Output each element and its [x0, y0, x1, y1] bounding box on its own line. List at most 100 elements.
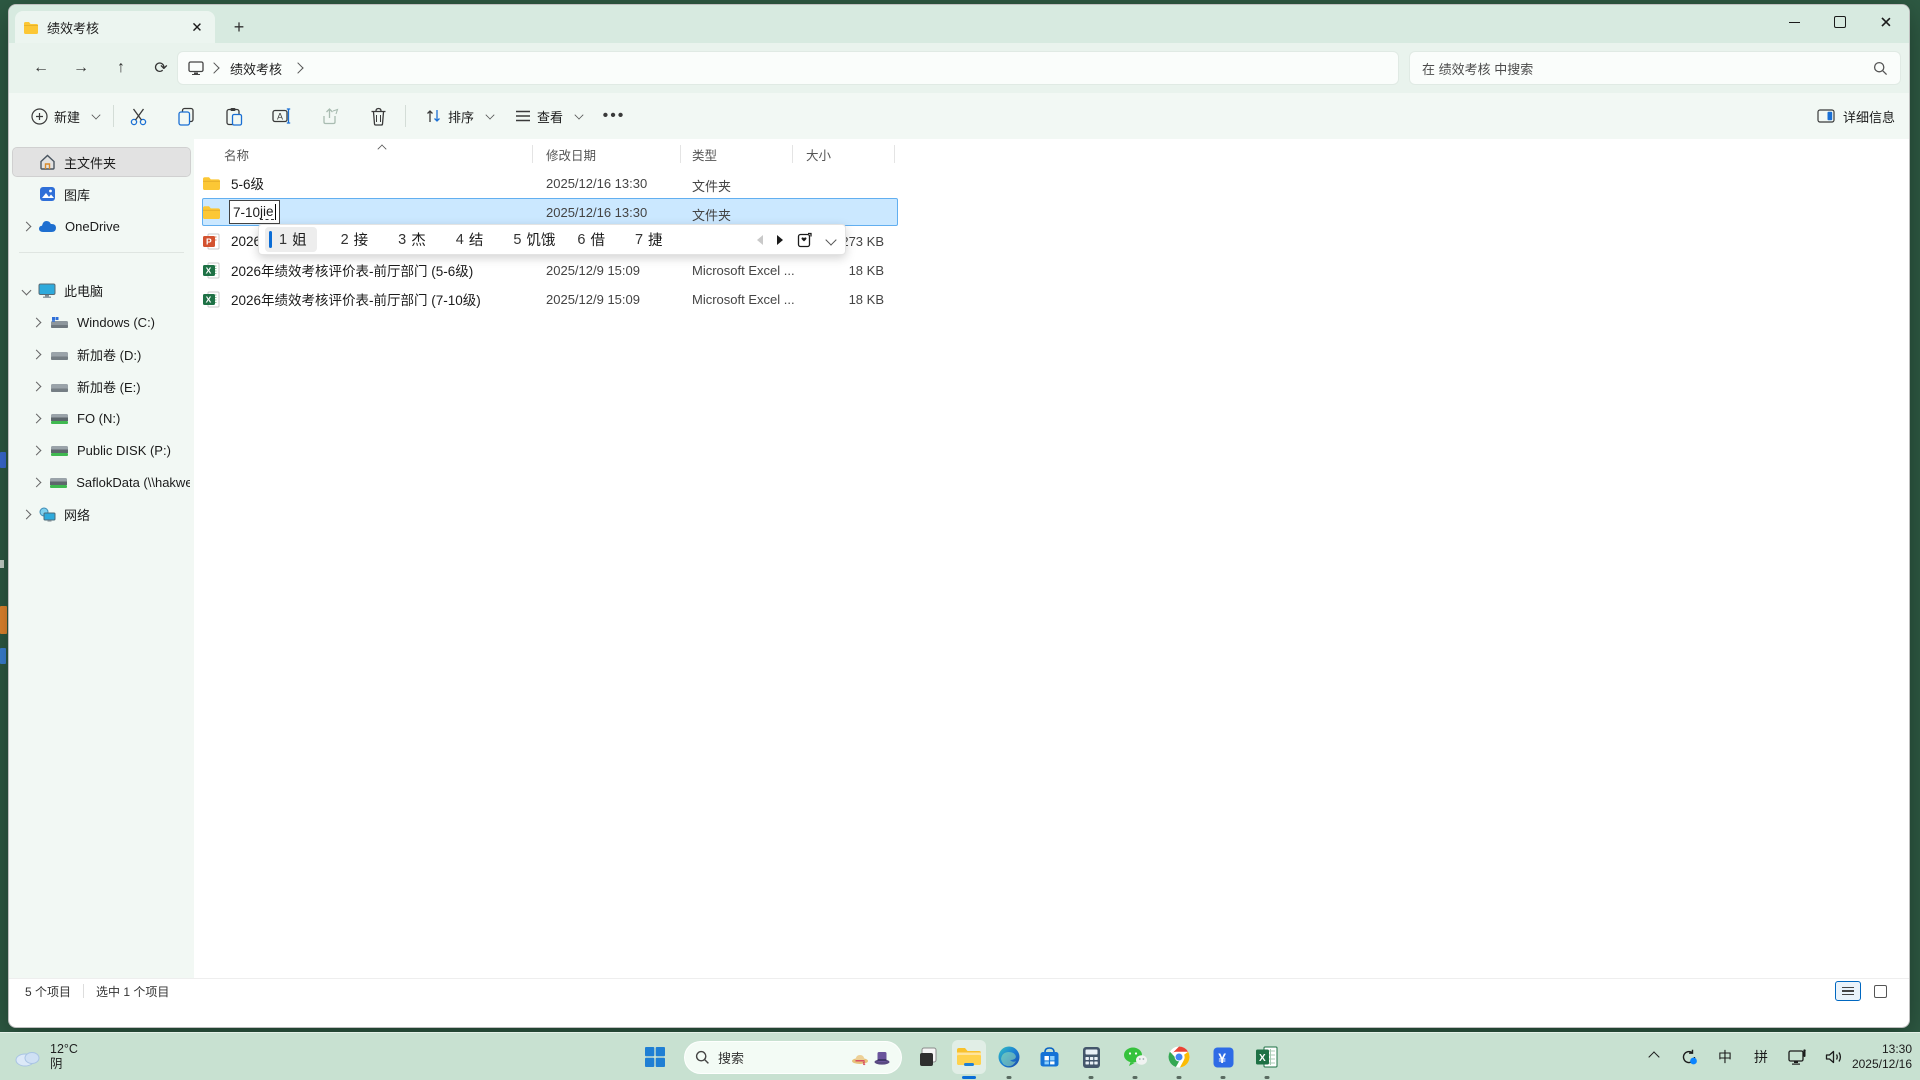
start-button[interactable] — [638, 1040, 672, 1074]
chevron-right-icon[interactable] — [32, 381, 42, 391]
sidebar-item-gallery[interactable]: 图库 — [13, 180, 190, 208]
share-button[interactable] — [313, 101, 347, 131]
taskbar-wechat[interactable] — [1118, 1040, 1152, 1074]
tray-ime-pinyin[interactable]: 拼 — [1746, 1033, 1776, 1080]
taskbar-file-explorer[interactable] — [952, 1040, 986, 1074]
more-options-button[interactable]: ••• — [597, 101, 631, 131]
details-view-toggle[interactable] — [1835, 981, 1861, 1001]
chevron-right-icon[interactable] — [32, 317, 42, 327]
chevron-right-icon[interactable] — [31, 477, 41, 487]
command-toolbar: 新建 A 排序 — [9, 93, 1909, 140]
sidebar-item-onedrive[interactable]: OneDrive — [13, 212, 190, 240]
column-header-size[interactable]: 大小 — [806, 141, 831, 167]
ime-expand-icon[interactable] — [825, 234, 836, 245]
column-header-name[interactable]: 名称 — [224, 141, 249, 167]
new-button[interactable]: 新建 — [21, 99, 116, 133]
chevron-right-icon[interactable] — [22, 221, 32, 231]
sidebar-item-label: FO (N:) — [77, 411, 120, 426]
onedrive-icon — [38, 220, 57, 233]
tray-volume-icon[interactable] — [1818, 1033, 1850, 1080]
taskbar-search[interactable]: 搜索 — [684, 1041, 902, 1074]
ime-composition-text: jie — [260, 204, 274, 220]
breadcrumb-folder[interactable]: 绩效考核 — [230, 59, 282, 78]
sidebar-item-drive-d[interactable]: 新加卷 (D:) — [13, 340, 190, 368]
ime-candidate[interactable]: 3杰 — [388, 227, 436, 252]
text-cursor — [275, 204, 276, 220]
delete-button[interactable] — [361, 101, 395, 131]
refresh-button[interactable]: ⟳ — [147, 55, 175, 81]
file-explorer-icon — [956, 1046, 982, 1068]
window-body: 主文件夹 图库 OneDrive 此电脑 — [9, 139, 1909, 1003]
copy-button[interactable] — [169, 101, 203, 131]
up-button[interactable]: ↑ — [107, 55, 135, 81]
sidebar-item-drive-n[interactable]: FO (N:) — [13, 404, 190, 432]
sidebar-item-network[interactable]: 网络 — [13, 500, 190, 528]
chevron-right-icon[interactable] — [32, 445, 42, 455]
thumbnail-view-toggle[interactable] — [1867, 981, 1893, 1001]
ime-emoji-panel-icon[interactable] — [797, 232, 813, 248]
taskbar-chrome[interactable] — [1162, 1040, 1196, 1074]
sidebar-item-home[interactable]: 主文件夹 — [13, 148, 190, 176]
explorer-tab[interactable]: 绩效考核 — [15, 11, 215, 43]
file-row-renaming[interactable]: 7-10jie — [202, 198, 280, 226]
ime-candidate[interactable]: 5饥饿 — [503, 227, 565, 252]
tray-language-chinese[interactable]: 中 — [1710, 1033, 1740, 1080]
ime-candidate[interactable]: 4结 — [446, 227, 494, 252]
drive-icon — [50, 380, 69, 393]
sidebar-item-drive-p[interactable]: Public DISK (P:) — [13, 436, 190, 464]
ime-candidate[interactable]: 1姐 — [265, 227, 317, 252]
forward-button[interactable]: → — [67, 55, 95, 81]
sidebar-item-drive-saflok[interactable]: SaflokData (\\hakwe — [13, 468, 190, 496]
tray-hidden-icons[interactable] — [1640, 1033, 1668, 1080]
weather-widget[interactable]: 12°C阴 — [12, 1033, 78, 1080]
maximize-button[interactable] — [1817, 5, 1863, 39]
file-name: 2026 — [231, 234, 261, 249]
ime-prev-page-icon[interactable] — [757, 235, 763, 245]
tray-display-icon[interactable] — [1782, 1033, 1814, 1080]
sidebar-item-label: 主文件夹 — [64, 153, 116, 172]
file-row[interactable]: P 2026 — [202, 227, 261, 255]
details-pane-button[interactable]: 详细信息 — [1817, 99, 1895, 133]
file-type: Microsoft Excel ... — [692, 263, 795, 278]
file-row[interactable]: X 2026年绩效考核评价表-前厅部门 (7-10级) — [202, 285, 481, 313]
chevron-right-icon[interactable] — [22, 509, 32, 519]
file-row[interactable]: X 2026年绩效考核评价表-前厅部门 (5-6级) — [202, 256, 473, 284]
search-box[interactable]: 在 绩效考核 中搜索 — [1409, 51, 1901, 85]
copy-icon — [177, 107, 195, 126]
chevron-right-icon[interactable] — [32, 413, 42, 423]
tray-clock[interactable]: 13:30 2025/12/16 — [1852, 1033, 1912, 1080]
close-button[interactable] — [1863, 5, 1909, 39]
paste-button[interactable] — [217, 101, 251, 131]
column-header-date[interactable]: 修改日期 — [546, 141, 596, 167]
back-button[interactable]: ← — [27, 55, 55, 81]
sidebar-item-drive-c[interactable]: Windows (C:) — [13, 308, 190, 336]
taskbar-calculator[interactable] — [1074, 1040, 1108, 1074]
address-bar[interactable]: 绩效考核 — [177, 51, 1399, 85]
taskbar-finance-app[interactable]: ¥ — [1206, 1040, 1240, 1074]
tab-close-button[interactable] — [187, 17, 207, 37]
sidebar-item-this-pc[interactable]: 此电脑 — [13, 276, 190, 304]
taskbar-excel[interactable]: X — [1250, 1040, 1284, 1074]
rename-button[interactable]: A — [265, 101, 299, 131]
taskbar-store[interactable] — [1032, 1040, 1066, 1074]
rename-input[interactable]: 7-10jie — [229, 200, 280, 224]
chevron-right-icon[interactable] — [32, 349, 42, 359]
new-tab-button[interactable]: + — [227, 15, 251, 39]
ime-next-page-icon[interactable] — [777, 235, 783, 245]
tray-sync-icon[interactable] — [1674, 1033, 1704, 1080]
column-header-type[interactable]: 类型 — [692, 141, 717, 167]
drive-icon — [50, 348, 69, 361]
cut-button[interactable] — [121, 101, 155, 131]
chevron-down-icon[interactable] — [22, 285, 32, 295]
ime-candidate[interactable]: 6借 — [567, 227, 615, 252]
minimize-button[interactable] — [1771, 5, 1817, 39]
sort-button[interactable]: 排序 — [415, 99, 510, 133]
desktop-icon-fragment — [0, 648, 6, 664]
file-row[interactable]: 5-6级 — [202, 169, 264, 197]
ime-candidate[interactable]: 2接 — [331, 227, 379, 252]
task-view-button[interactable] — [912, 1040, 946, 1074]
sidebar-item-drive-e[interactable]: 新加卷 (E:) — [13, 372, 190, 400]
view-button[interactable]: 查看 — [505, 99, 599, 133]
taskbar-edge[interactable] — [992, 1040, 1026, 1074]
ime-candidate[interactable]: 7捷 — [625, 227, 673, 252]
